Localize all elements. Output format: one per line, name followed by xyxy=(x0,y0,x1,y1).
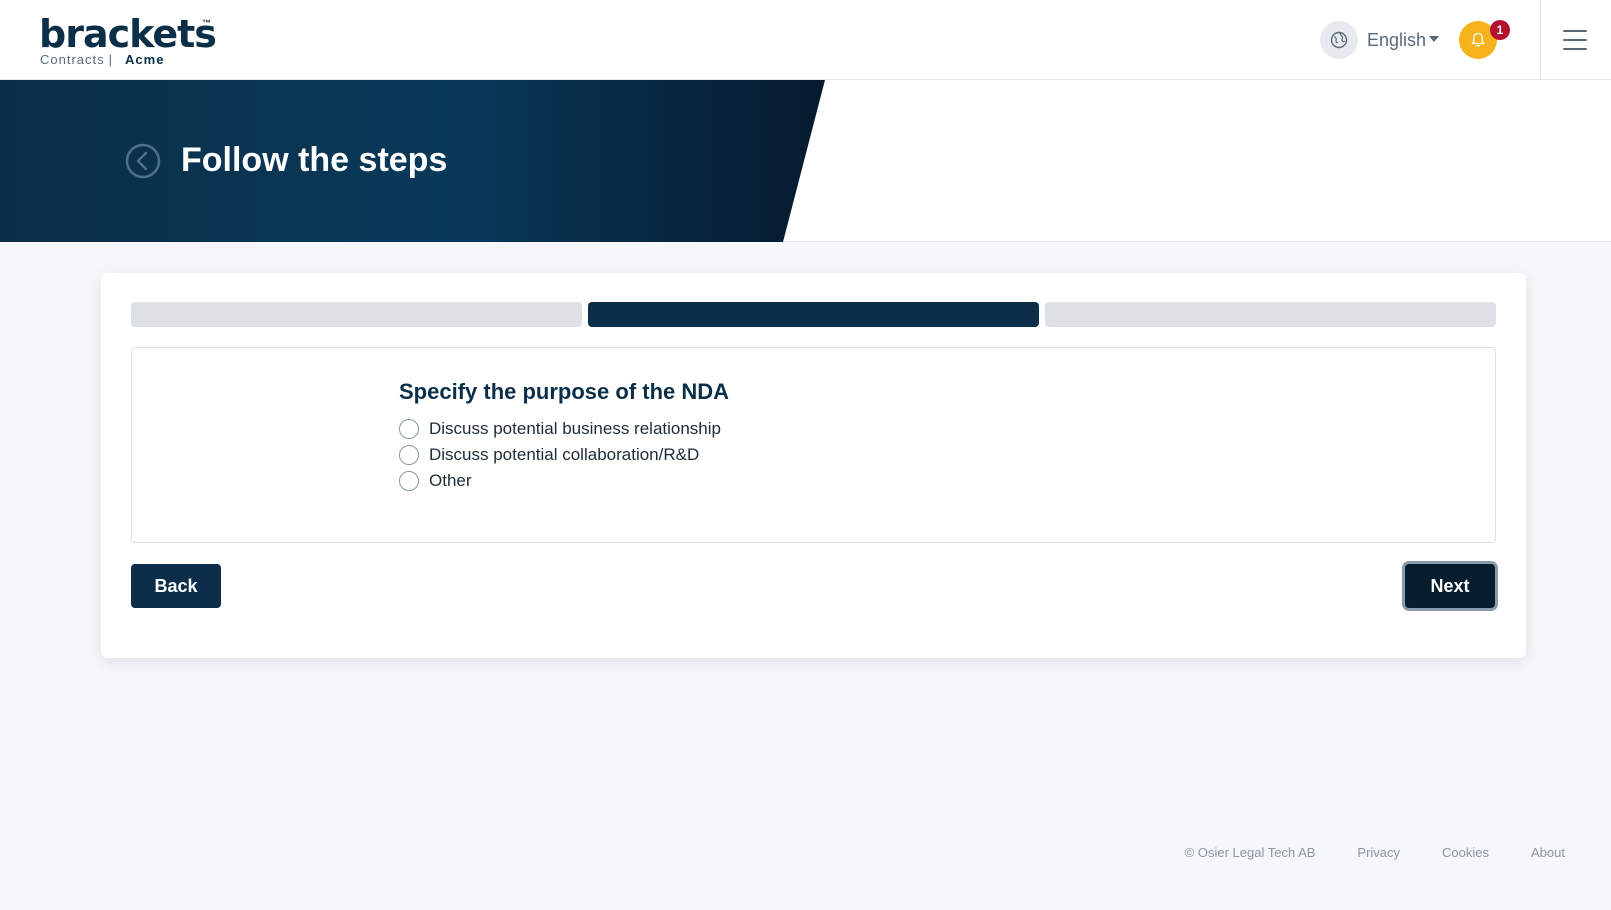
option-collaboration-rnd[interactable]: Discuss potential collaboration/R&D xyxy=(399,442,721,468)
notification-count-badge[interactable]: 1 xyxy=(1490,20,1510,40)
purpose-options: Discuss potential business relationship … xyxy=(399,416,721,494)
hamburger-icon[interactable] xyxy=(1563,30,1587,50)
hero-band: Follow the steps xyxy=(0,80,825,242)
wizard-card: Specify the purpose of the NDA Discuss p… xyxy=(101,273,1526,658)
menu-line xyxy=(1563,30,1587,32)
menu-line xyxy=(1563,48,1587,50)
language-globe-button[interactable] xyxy=(1320,21,1358,59)
footer: © Osier Legal Tech AB Privacy Cookies Ab… xyxy=(1185,845,1565,860)
option-label: Other xyxy=(429,471,472,490)
hero-banner: Follow the steps xyxy=(0,80,1611,242)
option-label: Discuss potential collaboration/R&D xyxy=(429,445,700,464)
top-header: brackets ™ Contracts | Acme English 1 xyxy=(0,0,1611,80)
radio-button[interactable] xyxy=(399,419,419,439)
caret-down-icon[interactable] xyxy=(1429,36,1439,42)
bell-icon xyxy=(1471,32,1485,47)
radio-button[interactable] xyxy=(399,445,419,465)
footer-copyright: © Osier Legal Tech AB xyxy=(1184,845,1316,860)
footer-privacy-link[interactable]: Privacy xyxy=(1357,845,1400,860)
option-other[interactable]: Other xyxy=(399,468,721,494)
footer-cookies-link[interactable]: Cookies xyxy=(1442,845,1489,860)
logo-trademark: ™ xyxy=(202,18,211,28)
logo-organization: Acme xyxy=(125,52,165,67)
step-3-indicator xyxy=(1045,302,1496,327)
logo-subtitle: Contracts | Acme xyxy=(40,52,164,67)
step-progress xyxy=(131,302,1496,327)
language-selector[interactable]: English xyxy=(1367,28,1426,52)
page-title: Follow the steps xyxy=(181,141,448,179)
option-label: Discuss potential business relationship xyxy=(429,419,721,438)
logo-wordmark: brackets xyxy=(39,12,217,56)
logo-separator: | xyxy=(108,52,114,67)
question-panel: Specify the purpose of the NDA Discuss p… xyxy=(131,347,1496,543)
brackets-logo[interactable]: brackets ™ Contracts | Acme xyxy=(39,12,229,72)
radio-button[interactable] xyxy=(399,471,419,491)
next-button[interactable]: Next xyxy=(1405,564,1495,608)
option-business-relationship[interactable]: Discuss potential business relationship xyxy=(399,416,721,442)
logo-product: Contracts xyxy=(40,52,105,67)
back-button[interactable]: Back xyxy=(131,564,221,608)
step-2-indicator xyxy=(588,302,1039,327)
question-title: Specify the purpose of the NDA xyxy=(399,379,730,404)
menu-line xyxy=(1563,39,1587,41)
footer-about-link[interactable]: About xyxy=(1531,845,1565,860)
header-divider xyxy=(1540,0,1541,80)
chevron-left-circle-icon[interactable] xyxy=(125,143,161,179)
globe-icon xyxy=(1330,31,1348,49)
step-1-indicator xyxy=(131,302,582,327)
